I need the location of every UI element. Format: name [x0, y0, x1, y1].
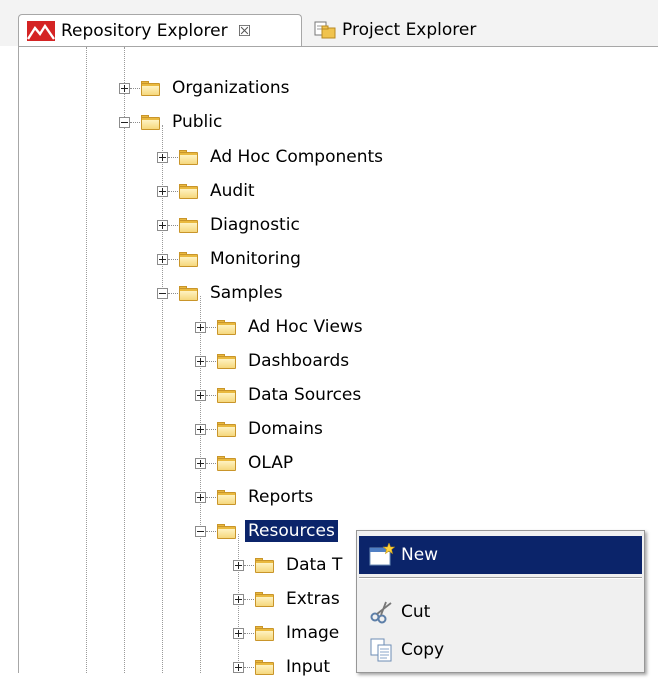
folder-icon	[141, 80, 161, 96]
folder-icon	[217, 421, 237, 437]
folder-icon	[179, 183, 199, 199]
menu-item-copy[interactable]: Copy	[359, 631, 642, 669]
view-tab-bar: Repository Explorer ☒ Project Explorer	[0, 0, 658, 47]
tree-connector	[86, 47, 87, 673]
tree-node-label: Data T	[286, 555, 343, 575]
expand-icon[interactable]	[233, 593, 244, 605]
folder-icon	[217, 353, 237, 369]
expand-icon[interactable]	[233, 559, 244, 571]
tree-node-organizations[interactable]: Organizations	[119, 74, 293, 102]
tree-node-data-sources[interactable]: Data Sources	[195, 381, 364, 409]
tree-node-label: OLAP	[248, 453, 294, 473]
collapse-icon[interactable]	[119, 116, 130, 128]
tree-node-diagnostic[interactable]: Diagnostic	[157, 211, 303, 239]
collapse-icon[interactable]	[195, 525, 206, 537]
tree-node-samples[interactable]: Samples	[157, 279, 286, 307]
folder-icon	[255, 625, 275, 641]
expand-icon[interactable]	[195, 389, 206, 401]
folder-icon	[217, 387, 237, 403]
tree-node-image[interactable]: Image	[233, 619, 342, 647]
tree-node-ad-hoc-components[interactable]: Ad Hoc Components	[157, 143, 386, 171]
tree-node-label: Audit	[210, 181, 255, 201]
copy-icon	[369, 638, 395, 662]
expand-icon[interactable]	[195, 355, 206, 367]
folder-icon	[179, 251, 199, 267]
tree-node-dashboards[interactable]: Dashboards	[195, 347, 352, 375]
tree-node-label: Samples	[210, 283, 283, 303]
tree-node-label: Ad Hoc Views	[248, 317, 363, 337]
new-icon	[369, 542, 396, 567]
tree-node-input[interactable]: Input	[233, 653, 333, 681]
tree-node-ad-hoc-views[interactable]: Ad Hoc Views	[195, 313, 366, 341]
folder-icon	[179, 149, 199, 165]
collapse-icon[interactable]	[157, 287, 168, 299]
tree-node-monitoring[interactable]: Monitoring	[157, 245, 304, 273]
menu-item-label: Copy	[401, 640, 445, 660]
folder-icon	[217, 523, 237, 539]
expand-icon[interactable]	[195, 423, 206, 435]
menu-item-label: Cut	[401, 602, 431, 622]
tree-node-label: Resources	[245, 520, 338, 542]
scissors-icon	[369, 600, 395, 624]
menu-item-label: New	[401, 545, 439, 565]
menu-separator	[359, 577, 642, 579]
folder-icon	[217, 455, 237, 471]
tree-connector	[162, 125, 163, 673]
jaspersoft-mountain-icon	[26, 21, 55, 41]
tree-node-resources[interactable]: Resources	[195, 517, 338, 545]
tree-connector	[124, 47, 125, 673]
context-menu: New Cut Copy	[356, 530, 645, 673]
folder-icon	[217, 489, 237, 505]
tree-node-label: Image	[286, 623, 340, 643]
folder-icon	[255, 591, 275, 607]
expand-icon[interactable]	[195, 321, 206, 333]
tree-node-extras[interactable]: Extras	[233, 585, 343, 613]
menu-item-cut[interactable]: Cut	[359, 593, 642, 631]
tree-node-label: Data Sources	[248, 385, 362, 405]
folder-icon	[217, 319, 237, 335]
tab-label: Project Explorer	[342, 20, 477, 40]
folder-icon	[179, 285, 199, 301]
tree-node-olap[interactable]: OLAP	[195, 449, 296, 477]
expand-icon[interactable]	[233, 627, 244, 639]
tree-node-label: Reports	[248, 487, 314, 507]
tree-node-label: Domains	[248, 419, 323, 439]
folder-icon	[179, 217, 199, 233]
expand-icon[interactable]	[157, 151, 168, 163]
expand-icon[interactable]	[195, 491, 206, 503]
tree-node-label: Input	[286, 657, 331, 677]
tree-node-label: Ad Hoc Components	[210, 147, 384, 167]
tree-node-label: Diagnostic	[210, 215, 300, 235]
tree-node-label: Public	[172, 112, 223, 132]
expand-icon[interactable]	[233, 661, 244, 673]
tab-project-explorer[interactable]: Project Explorer	[306, 14, 526, 46]
tree-node-label: Dashboards	[248, 351, 350, 371]
expand-icon[interactable]	[195, 457, 206, 469]
tab-label: Repository Explorer	[61, 21, 228, 41]
tab-repository-explorer[interactable]: Repository Explorer ☒	[18, 14, 302, 47]
tree-node-label: Monitoring	[210, 249, 301, 269]
expand-icon[interactable]	[119, 82, 130, 94]
tree-node-reports[interactable]: Reports	[195, 483, 316, 511]
tree-node-domains[interactable]: Domains	[195, 415, 326, 443]
menu-item-new[interactable]: New	[359, 536, 642, 574]
expand-icon[interactable]	[157, 219, 168, 231]
expand-icon[interactable]	[157, 253, 168, 265]
expand-icon[interactable]	[157, 185, 168, 197]
tree-node-label: Organizations	[172, 78, 290, 98]
folder-icon	[255, 557, 275, 573]
tree-node-data-t[interactable]: Data T	[233, 551, 345, 579]
tree-node-public[interactable]: Public	[119, 108, 225, 136]
folder-icon	[141, 114, 161, 130]
tree-node-audit[interactable]: Audit	[157, 177, 258, 205]
project-explorer-icon	[314, 20, 336, 40]
folder-icon	[255, 659, 275, 675]
close-icon[interactable]: ☒	[238, 22, 251, 40]
tree-node-label: Extras	[286, 589, 340, 609]
